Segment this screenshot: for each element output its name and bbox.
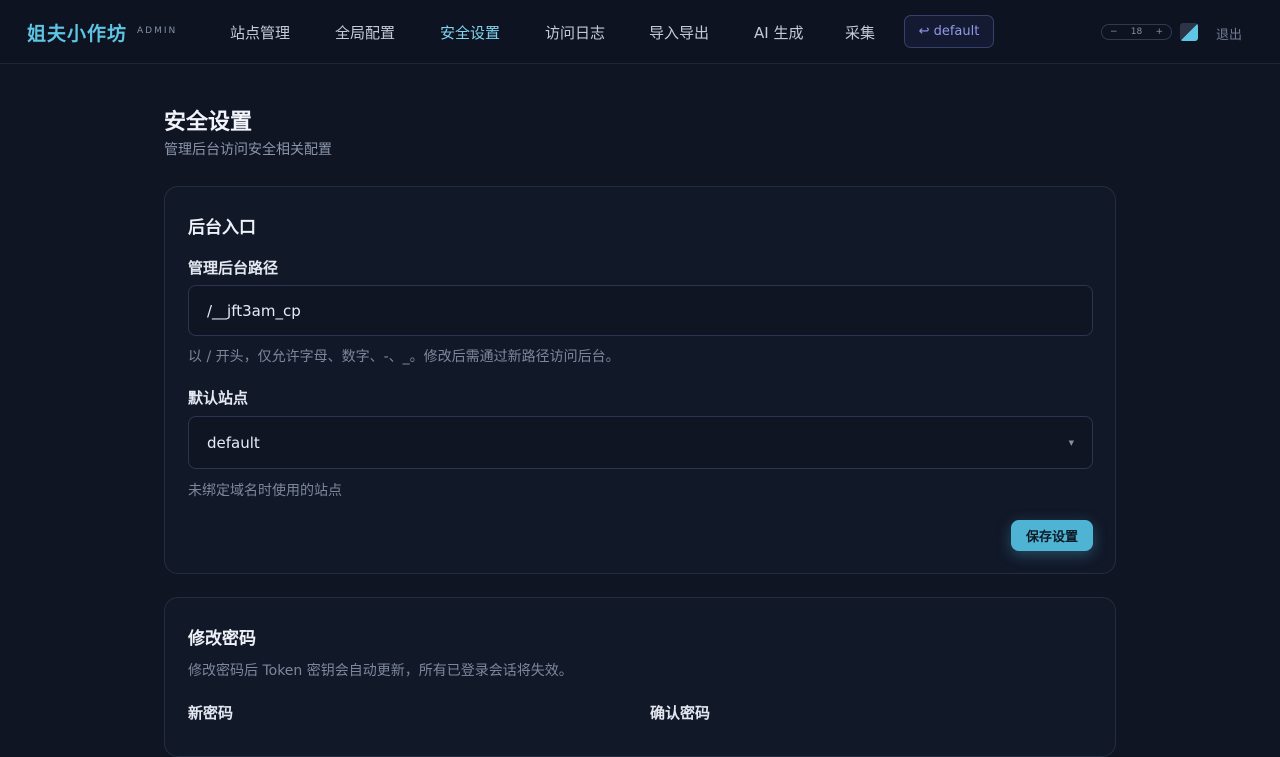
default-site-label: 默认站点: [188, 389, 249, 407]
return-arrow-icon: ↩: [918, 24, 930, 39]
default-site-value: default: [207, 433, 260, 452]
save-settings-button[interactable]: 保存设置: [1011, 520, 1093, 551]
default-site-select[interactable]: default ▼: [188, 416, 1093, 469]
admin-path-hint: 以 / 开头，仅允许字母、数字、-、_。修改后需通过新路径访问后台。: [188, 349, 620, 365]
nav-access-log[interactable]: 访问日志: [545, 22, 605, 43]
admin-path-label: 管理后台路径: [188, 259, 279, 277]
theme-toggle-icon[interactable]: [1180, 23, 1198, 41]
change-password-description: 修改密码后 Token 密钥会自动更新，所有已登录会话将失效。: [188, 663, 573, 679]
current-site-button[interactable]: ↩ default: [904, 15, 994, 48]
font-size-increase-button[interactable]: +: [1155, 27, 1163, 37]
page-subtitle: 管理后台访问安全相关配置: [164, 142, 332, 158]
nav-ai-generate[interactable]: AI 生成: [754, 22, 803, 43]
font-size-decrease-button[interactable]: −: [1110, 27, 1118, 37]
admin-entry-card: 后台入口 管理后台路径 以 / 开头，仅允许字母、数字、-、_。修改后需通过新路…: [164, 186, 1116, 574]
brand-logo[interactable]: 姐夫小作坊: [27, 19, 127, 46]
nav-import-export[interactable]: 导入导出: [649, 22, 709, 43]
change-password-card: 修改密码 修改密码后 Token 密钥会自动更新，所有已登录会话将失效。 新密码…: [164, 597, 1116, 757]
brand-subtitle: ADMIN: [137, 26, 178, 36]
nav-collect[interactable]: 采集: [845, 22, 875, 43]
logout-button[interactable]: 退出: [1216, 24, 1242, 43]
font-size-value: 18: [1130, 27, 1143, 37]
default-site-hint: 未绑定域名时使用的站点: [188, 483, 342, 499]
chevron-down-icon: ▼: [1068, 438, 1074, 447]
nav-security[interactable]: 安全设置: [440, 22, 500, 43]
card-title: 修改密码: [188, 629, 256, 649]
top-navbar: 姐夫小作坊 ADMIN 站点管理 全局配置 安全设置 访问日志 导入导出 AI …: [0, 0, 1280, 64]
current-site-label: default: [933, 24, 980, 39]
nav-sites[interactable]: 站点管理: [230, 22, 290, 43]
nav-global-config[interactable]: 全局配置: [335, 22, 395, 43]
page-title: 安全设置: [164, 110, 253, 135]
admin-path-input[interactable]: [188, 285, 1093, 336]
font-size-stepper: − 18 +: [1101, 24, 1172, 40]
card-title: 后台入口: [188, 218, 256, 238]
